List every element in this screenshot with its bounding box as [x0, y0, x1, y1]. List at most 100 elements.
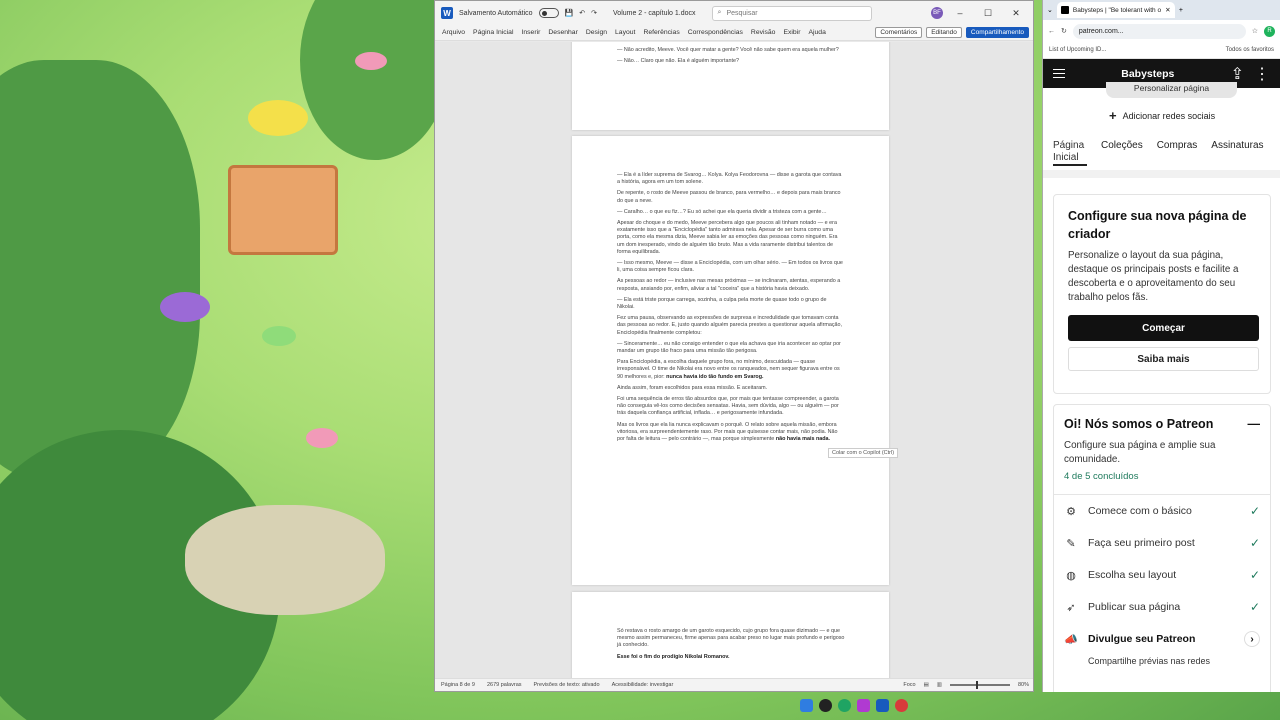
- check-icon: ✓: [1249, 504, 1260, 518]
- palette-icon: ◍: [1066, 569, 1076, 582]
- text-predictions[interactable]: Previsões de texto: ativado: [534, 682, 600, 688]
- tab-purchases[interactable]: Compras: [1157, 140, 1198, 166]
- more-options-icon[interactable]: ⋮: [1254, 64, 1270, 84]
- task-label: Escolha seu layout: [1088, 569, 1177, 581]
- status-bar: Página 8 de 9 2679 palavras Previsões de…: [435, 678, 1033, 691]
- check-icon: ✓: [1249, 568, 1260, 582]
- setup-creator-card: Configure sua nova página de criador Per…: [1053, 194, 1271, 394]
- add-social-button[interactable]: + Adicionar redes sociais: [1109, 108, 1215, 123]
- app-icon-2[interactable]: [857, 699, 870, 712]
- task-label: Faça seu primeiro post: [1088, 537, 1195, 549]
- menu-inserir[interactable]: Inserir: [518, 29, 543, 36]
- word-title-bar: W Salvamento Automático 💾 ↶ ↷ Volume 2 -…: [435, 1, 1033, 25]
- task-label: Divulgue seu Patreon: [1088, 633, 1196, 645]
- tab-subscriptions[interactable]: Assinaturas: [1211, 140, 1263, 166]
- start-button[interactable]: Começar: [1068, 315, 1259, 341]
- search-icon: ⌕: [717, 9, 722, 16]
- task-label: Comece com o básico: [1088, 505, 1192, 517]
- print-layout-icon[interactable]: ▤: [924, 682, 929, 688]
- app-icon-3[interactable]: [895, 699, 908, 712]
- maximize-icon[interactable]: ☐: [977, 8, 999, 19]
- chevron-right-icon[interactable]: ›: [1244, 631, 1260, 647]
- task-promote[interactable]: 📣 Divulgue seu Patreon ›: [1064, 623, 1260, 655]
- menu-pagina-inicial[interactable]: Página Inicial: [470, 29, 516, 36]
- profile-avatar[interactable]: R: [1264, 25, 1275, 37]
- zoom-slider[interactable]: [949, 681, 1010, 689]
- redo-icon[interactable]: ↷: [591, 9, 597, 17]
- tab-collections[interactable]: Coleções: [1101, 140, 1143, 166]
- save-icon[interactable]: 💾: [565, 9, 574, 17]
- add-social-label: Adicionar redes sociais: [1122, 110, 1216, 121]
- tab-babysteps[interactable]: Babysteps | "Be tolerant with o ✕: [1056, 2, 1175, 18]
- menu-exibir[interactable]: Exibir: [780, 29, 803, 36]
- progress-text: 4 de 5 concluídos: [1064, 471, 1139, 482]
- page-count[interactable]: Página 8 de 9: [441, 682, 475, 688]
- back-icon[interactable]: ←: [1048, 28, 1055, 35]
- bold-text: Esse foi o fim do prodígio Nikolai Roman…: [617, 653, 730, 660]
- menu-layout[interactable]: Layout: [612, 29, 638, 36]
- user-avatar[interactable]: BF: [931, 7, 943, 19]
- tree-foliage-right: [300, 0, 450, 160]
- bold-text: nunca havia ido tão fundo em Svarog.: [666, 373, 764, 380]
- task-label: Publicar sua página: [1088, 601, 1181, 613]
- paragraph: — Sinceramente… eu não consigo entender …: [617, 340, 841, 355]
- close-tab-icon[interactable]: ✕: [1165, 6, 1170, 14]
- tab-menu-icon[interactable]: ⌄: [1047, 6, 1053, 14]
- menu-revisao[interactable]: Revisão: [748, 29, 779, 36]
- star-icon[interactable]: ☆: [1252, 27, 1258, 35]
- all-bookmarks[interactable]: Todos os favoritos: [1226, 47, 1274, 53]
- comments-button[interactable]: Comentários: [875, 27, 923, 38]
- learn-more-button[interactable]: Saiba mais: [1068, 347, 1259, 371]
- profile-tabs: Página Inicial Coleções Compras Assinatu…: [1053, 140, 1280, 166]
- hamburger-menu-icon[interactable]: [1053, 69, 1065, 78]
- web-layout-icon[interactable]: ▥: [937, 682, 942, 688]
- menu-ajuda[interactable]: Ajuda: [805, 29, 828, 36]
- app-icon[interactable]: [819, 699, 832, 712]
- plus-icon: +: [1109, 108, 1117, 123]
- patreon-favicon: [1060, 6, 1069, 14]
- share-button[interactable]: Compartilhamento: [965, 27, 1029, 38]
- personalize-page-button[interactable]: Personalizar página: [1106, 82, 1237, 98]
- paragraph: As pessoas ao redor — inclusive nas mesa…: [617, 278, 841, 292]
- onboarding-description: Configure sua página e amplie sua comuni…: [1064, 440, 1216, 465]
- menu-correspondencias[interactable]: Correspondências: [685, 29, 746, 36]
- minimize-icon[interactable]: –: [949, 8, 971, 18]
- new-tab-icon[interactable]: +: [1179, 7, 1183, 14]
- search-input[interactable]: ⌕ Pesquisar: [711, 5, 872, 21]
- task-basics[interactable]: ⚙ Comece com o básico ✓: [1064, 495, 1260, 527]
- editing-mode-button[interactable]: Editando: [926, 27, 962, 38]
- url-input[interactable]: patreon.com...: [1072, 23, 1246, 39]
- yellow-fruit: [248, 100, 308, 136]
- task-layout[interactable]: ◍ Escolha seu layout ✓: [1064, 559, 1260, 591]
- paragraph: — Isso mesmo, Meeve — disse a Enciclopéd…: [617, 260, 843, 274]
- accessibility-status[interactable]: Acessibilidade: investigar: [612, 682, 674, 688]
- document-title[interactable]: Volume 2 - capítulo 1.docx: [613, 10, 696, 17]
- menu-referencias[interactable]: Referências: [640, 29, 682, 36]
- collapse-icon[interactable]: —: [1248, 417, 1261, 431]
- browser-icon[interactable]: [838, 699, 851, 712]
- document-canvas[interactable]: — Não acredito, Meeve. Você quer matar a…: [435, 42, 1033, 680]
- menu-arquivo[interactable]: Arquivo: [439, 29, 468, 36]
- tab-home[interactable]: Página Inicial: [1053, 140, 1087, 166]
- rock: [185, 505, 385, 615]
- share-icon[interactable]: ⇪: [1231, 64, 1244, 84]
- focus-mode[interactable]: Foco: [903, 682, 915, 688]
- zoom-level[interactable]: 80%: [1018, 682, 1029, 688]
- undo-icon[interactable]: ↶: [579, 9, 585, 17]
- reload-icon[interactable]: ↻: [1061, 27, 1067, 35]
- paragraph: Fez uma pausa, observando as expressões …: [617, 315, 843, 336]
- start-icon[interactable]: [800, 699, 813, 712]
- task-first-post[interactable]: ✎ Faça seu primeiro post ✓: [1064, 527, 1260, 559]
- section-divider: [1043, 170, 1280, 178]
- close-icon[interactable]: ✕: [1005, 8, 1027, 19]
- menu-design[interactable]: Design: [583, 29, 610, 36]
- rocket-icon: ➶: [1066, 601, 1076, 614]
- copilot-paste-button[interactable]: Colar com o Copilot (Ctrl): [828, 448, 899, 458]
- autosave-toggle[interactable]: [538, 8, 559, 18]
- word-count[interactable]: 2679 palavras: [487, 682, 522, 688]
- word-taskbar-icon[interactable]: [876, 699, 889, 712]
- menu-desenhar[interactable]: Desenhar: [545, 29, 580, 36]
- bookmark-item[interactable]: List of Upcoming ID...: [1049, 47, 1106, 53]
- task-publish[interactable]: ➶ Publicar sua página ✓: [1064, 591, 1260, 623]
- onboarding-card: Oi! Nós somos o Patreon — Configure sua …: [1053, 404, 1271, 692]
